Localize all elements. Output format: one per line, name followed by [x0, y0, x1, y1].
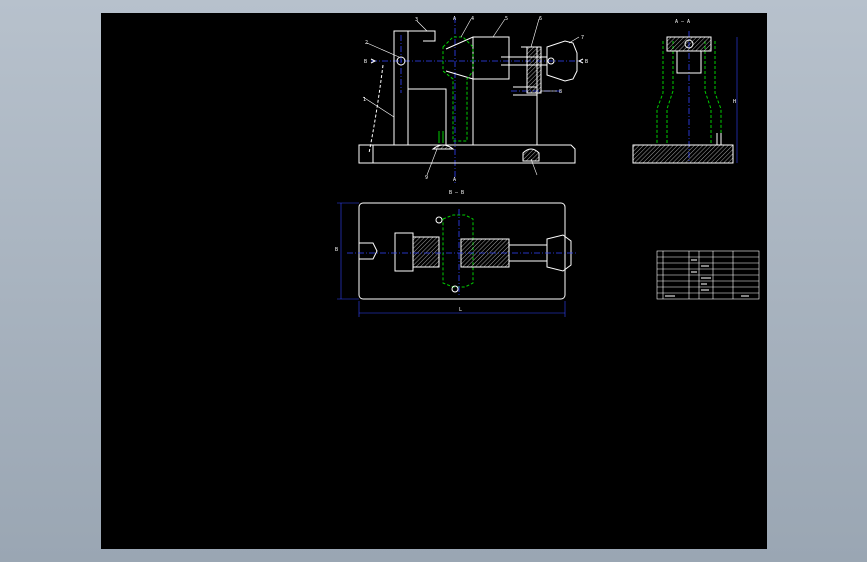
balloon-1: 1	[363, 97, 366, 103]
top-view: B — B B L	[335, 190, 577, 317]
front-labels: 1 2 3 4 5 6 7 8 9 B B A A	[363, 16, 588, 183]
top-dimensions	[337, 202, 566, 317]
top-left-jaw	[394, 232, 414, 272]
front-upright-top	[408, 30, 436, 42]
parts-table-text-marks	[665, 259, 749, 297]
parts-table-rows	[657, 256, 759, 294]
front-centerlines	[371, 17, 581, 183]
section-mark-left: B	[364, 59, 367, 65]
balloon-5: 5	[505, 16, 508, 22]
top-hole-lower	[451, 285, 459, 293]
top-view-title: B — B	[449, 190, 464, 196]
front-rib-curve	[368, 64, 384, 154]
balloon-6: 6	[539, 16, 542, 22]
balloon-2: 2	[365, 40, 368, 46]
front-workpiece-hidden	[442, 36, 474, 142]
balloon-7: 7	[581, 35, 584, 41]
top-slot	[359, 242, 378, 260]
balloon-8: 8	[559, 89, 562, 95]
top-dimension-length: L	[459, 307, 462, 313]
centre-mark-bottom: A	[453, 177, 456, 183]
parts-table	[656, 250, 760, 300]
top-left-jaw-hatch	[412, 236, 440, 268]
balloon-3: 3	[415, 17, 418, 23]
front-nut-block	[526, 46, 542, 94]
front-dowel	[438, 131, 444, 143]
section-mark-right: B	[585, 59, 588, 65]
front-leaders	[362, 18, 580, 176]
side-dimension-label: H	[733, 99, 736, 105]
front-vblock	[445, 36, 510, 80]
drawing-svg: 1 2 3 4 5 6 7 8 9 B B A A A — A H B — B	[335, 16, 760, 317]
side-view-title: A — A	[675, 19, 690, 25]
centre-mark-top: A	[453, 16, 456, 22]
top-dimension-width: B	[335, 247, 338, 253]
front-bracket	[408, 88, 447, 145]
side-view: A — A H	[632, 19, 738, 164]
front-screw-left	[431, 144, 455, 150]
cad-drawing-canvas[interactable]: 1 2 3 4 5 6 7 8 9 B B A A A — A H B — B	[101, 13, 767, 549]
front-base	[358, 144, 576, 164]
front-view	[358, 17, 584, 183]
side-base	[632, 144, 734, 164]
side-dowel	[716, 133, 722, 145]
side-top-block	[666, 36, 712, 52]
top-hole-upper	[435, 216, 443, 224]
balloon-9: 9	[425, 175, 428, 181]
balloon-4: 4	[471, 16, 474, 22]
